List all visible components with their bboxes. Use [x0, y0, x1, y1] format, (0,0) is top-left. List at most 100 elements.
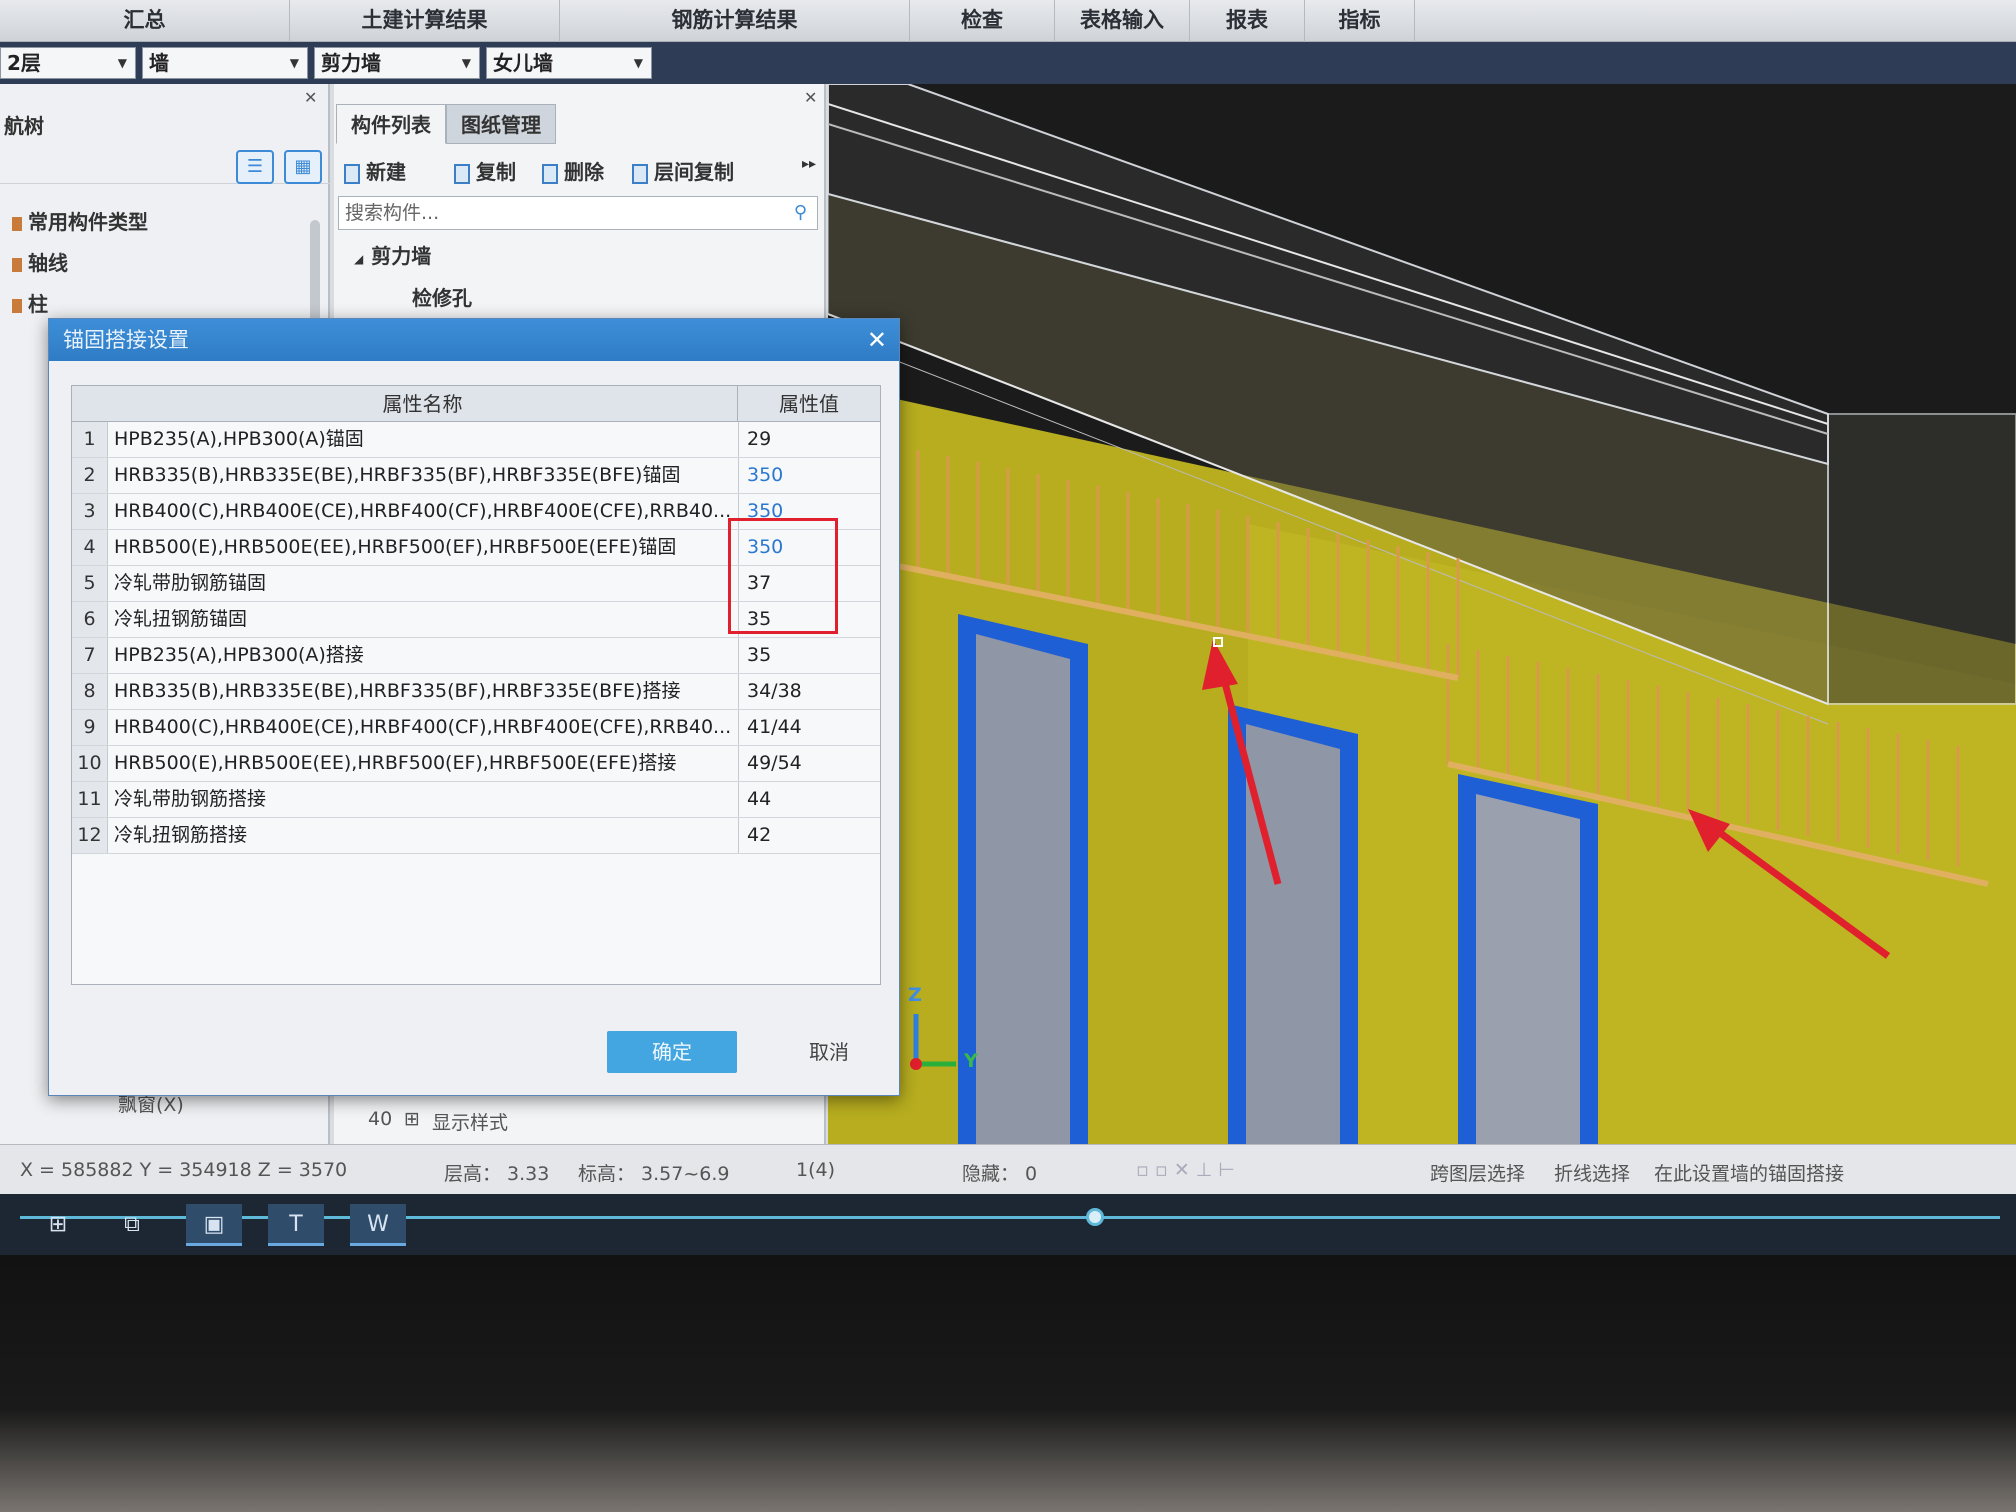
- highlight-box: [728, 518, 838, 634]
- new-label: 新建: [366, 160, 406, 184]
- row-number: 10: [72, 746, 108, 781]
- snap-tools-icon[interactable]: ▫ ▫ ✕ ⊥ ⊢: [1136, 1159, 1235, 1181]
- property-value-cell[interactable]: 41/44: [738, 710, 880, 745]
- chevron-down-icon: ▼: [461, 56, 471, 70]
- dialog-title-bar[interactable]: 锚固搭接设置 ✕: [49, 319, 899, 361]
- row-number: 2: [72, 458, 108, 493]
- axis-y-label: Y: [964, 1050, 978, 1072]
- search-input[interactable]: 搜索构件... ⚲: [338, 196, 818, 230]
- folder-icon: [12, 257, 22, 272]
- tab-drawing-management[interactable]: 图纸管理: [446, 104, 556, 144]
- table-row[interactable]: 1 HPB235(A),HPB300(A)锚固 29: [72, 422, 880, 458]
- tree-group-shear-wall[interactable]: ◢ 剪力墙: [354, 240, 431, 269]
- tree-item-access-hole[interactable]: 检修孔: [412, 282, 472, 311]
- floor-select[interactable]: 2层 ▼: [0, 47, 136, 79]
- status-bar: X = 585882 Y = 354918 Z = 3570 层高： 3.33 …: [0, 1144, 2016, 1194]
- nav-item-column[interactable]: 柱: [12, 288, 48, 317]
- chevron-down-icon: ▼: [117, 56, 127, 70]
- anchorage-lap-settings-dialog: 锚固搭接设置 ✕ 属性名称 属性值 1 HPB235(A),HPB300(A)锚固…: [48, 318, 900, 1096]
- category-select[interactable]: 墙 ▼: [142, 47, 308, 79]
- type-select-value: 剪力墙: [321, 51, 381, 75]
- property-value-cell[interactable]: 44: [738, 782, 880, 817]
- property-value-cell[interactable]: 29: [738, 422, 880, 457]
- property-grid: 属性名称 属性值 1 HPB235(A),HPB300(A)锚固 29 2 HRB335…: [71, 385, 881, 985]
- tab-component-list[interactable]: 构件列表: [336, 104, 446, 144]
- copy-icon: [454, 163, 470, 184]
- page-indicator: 1(4): [796, 1159, 836, 1181]
- task-view-icon[interactable]: ⧉: [104, 1204, 160, 1246]
- floor-copy-button[interactable]: 层间复制: [632, 156, 734, 185]
- laptop-bezel: [0, 1255, 2016, 1512]
- property-value-cell[interactable]: 49/54: [738, 746, 880, 781]
- header-property-value: 属性值: [738, 386, 880, 422]
- property-value-cell[interactable]: 35: [738, 638, 880, 673]
- row-number: 3: [72, 494, 108, 529]
- selector-bar: 2层 ▼ 墙 ▼ 剪力墙 ▼ 女儿墙 ▼: [0, 42, 2016, 84]
- nav-panel-title: 航树: [4, 114, 44, 138]
- property-name-cell: HPB235(A),HPB300(A)锚固: [114, 428, 364, 450]
- menu-tab-index[interactable]: 指标: [1305, 0, 1415, 42]
- glodon-app-icon[interactable]: ▣: [186, 1204, 242, 1246]
- polyline-select-button[interactable]: 折线选择: [1554, 1159, 1630, 1186]
- chevron-down-icon: ▼: [289, 56, 299, 70]
- elevation: 标高： 3.57~6.9: [578, 1163, 730, 1185]
- menu-tab-check[interactable]: 检查: [910, 0, 1055, 42]
- nav-scrollbar[interactable]: [310, 220, 320, 330]
- row-number: 4: [72, 530, 108, 565]
- 3d-viewport[interactable]: Z Y: [828, 84, 2016, 1144]
- chevron-down-icon: ▼: [633, 56, 643, 70]
- screen: 汇总 土建计算结果 钢筋计算结果 检查 表格输入 报表 指标 2层 ▼ 墙 ▼ …: [0, 0, 2016, 1255]
- close-icon[interactable]: ✕: [867, 319, 887, 361]
- property-value-cell[interactable]: 350: [738, 458, 880, 493]
- nav-item-common-types[interactable]: 常用构件类型: [12, 206, 148, 235]
- windows-start-icon[interactable]: ⊞: [30, 1204, 86, 1246]
- top-menu-bar: 汇总 土建计算结果 钢筋计算结果 检查 表格输入 报表 指标: [0, 0, 2016, 42]
- property-name-cell: 冷轧带肋钢筋锚固: [114, 572, 267, 594]
- category-select-value: 墙: [149, 51, 169, 75]
- row-number: 1: [72, 422, 108, 457]
- more-icon[interactable]: ▸▸: [802, 156, 816, 172]
- menu-tab-summary[interactable]: 汇总: [0, 0, 290, 42]
- display-style-label[interactable]: 显示样式: [432, 1108, 508, 1135]
- ok-button[interactable]: 确定: [607, 1031, 737, 1073]
- table-row[interactable]: 8 HRB335(B),HRB335E(BE),HRBF335(BF),HRBF3…: [72, 674, 880, 710]
- property-value-cell[interactable]: 42: [738, 818, 880, 853]
- cancel-button[interactable]: 取消: [789, 1031, 869, 1073]
- table-row[interactable]: 11 冷轧带肋钢筋搭接 44: [72, 782, 880, 818]
- new-button[interactable]: 新建: [344, 156, 406, 185]
- nav-toolbar: ☰ ▦: [0, 144, 330, 184]
- menu-tab-rebar-results[interactable]: 钢筋计算结果: [560, 0, 910, 42]
- search-icon[interactable]: ⚲: [794, 197, 807, 229]
- 3d-model-render: [828, 84, 2016, 1144]
- table-row[interactable]: 7 HPB235(A),HPB300(A)搭接 35: [72, 638, 880, 674]
- grid-view-icon[interactable]: ▦: [284, 150, 322, 184]
- copy-button[interactable]: 复制: [454, 156, 516, 185]
- type-select[interactable]: 剪力墙 ▼: [314, 47, 480, 79]
- nav-item-axis[interactable]: 轴线: [12, 247, 68, 276]
- close-icon[interactable]: ✕: [304, 88, 317, 107]
- table-row[interactable]: 2 HRB335(B),HRB335E(BE),HRBF335(BF),HRBF3…: [72, 458, 880, 494]
- menu-tab-table-input[interactable]: 表格输入: [1055, 0, 1190, 42]
- component-select-value: 女儿墙: [493, 51, 553, 75]
- dialog-title: 锚固搭接设置: [63, 328, 189, 352]
- table-row[interactable]: 12 冷轧扭钢筋搭接 42: [72, 818, 880, 854]
- property-value-cell[interactable]: 34/38: [738, 674, 880, 709]
- table-row[interactable]: 9 HRB400(C),HRB400E(CE),HRBF400(CF),HRBF4…: [72, 710, 880, 746]
- menu-tab-report[interactable]: 报表: [1190, 0, 1305, 42]
- list-view-icon[interactable]: ☰: [236, 150, 274, 184]
- property-name-cell: HRB335(B),HRB335E(BE),HRBF335(BF),HRBF33…: [114, 680, 681, 702]
- close-icon[interactable]: ✕: [804, 88, 817, 107]
- cross-layer-select-button[interactable]: 跨图层选择: [1430, 1159, 1525, 1186]
- w-app-icon[interactable]: W: [350, 1204, 406, 1246]
- t-app-icon[interactable]: T: [268, 1204, 324, 1246]
- grid-corner: [72, 386, 108, 422]
- table-row[interactable]: 10 HRB500(E),HRB500E(EE),HRBF500(EF),HRBF…: [72, 746, 880, 782]
- property-name-cell: HRB335(B),HRB335E(BE),HRBF335(BF),HRBF33…: [114, 464, 681, 486]
- coordinate-readout: X = 585882 Y = 354918 Z = 3570: [20, 1159, 348, 1181]
- component-select[interactable]: 女儿墙 ▼: [486, 47, 652, 79]
- property-name-cell: HRB400(C),HRB400E(CE),HRBF400(CF),HRBF40…: [114, 500, 732, 522]
- expand-icon[interactable]: ⊞: [404, 1108, 420, 1130]
- progress-knob[interactable]: [1086, 1208, 1104, 1226]
- menu-tab-civil-results[interactable]: 土建计算结果: [290, 0, 560, 42]
- delete-button[interactable]: 删除: [542, 156, 604, 185]
